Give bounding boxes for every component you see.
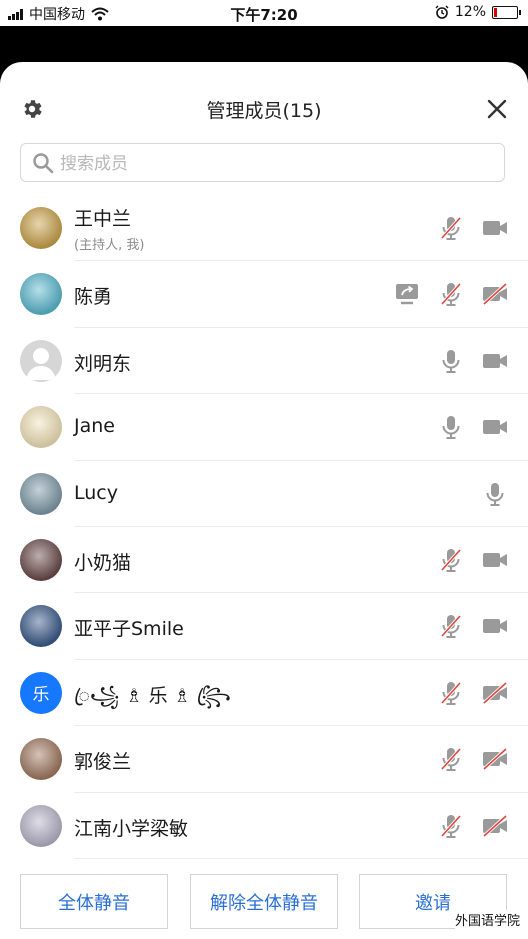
member-controls xyxy=(376,261,508,327)
avatar-initial: 乐 xyxy=(32,685,50,706)
video-icon[interactable] xyxy=(482,547,508,573)
member-controls xyxy=(420,394,508,460)
avatar-photo xyxy=(20,472,62,515)
avatar-photo xyxy=(20,804,62,847)
avatar xyxy=(20,207,62,249)
unmute-all-button[interactable]: 解除全体静音 xyxy=(190,874,338,929)
member-name: Jane xyxy=(74,415,115,438)
alarm-icon xyxy=(435,5,449,19)
member-name: Lucy xyxy=(74,481,118,504)
avatar-photo xyxy=(20,605,62,648)
member-role: (主持人, 我) xyxy=(74,238,145,253)
mic-muted-icon[interactable] xyxy=(438,746,464,772)
video-icon[interactable] xyxy=(482,613,508,639)
video-off-icon[interactable] xyxy=(482,813,508,839)
member-row[interactable]: 刘明东 xyxy=(0,328,528,395)
default-user-icon xyxy=(26,347,56,380)
member-controls xyxy=(464,461,508,527)
avatar: 乐 xyxy=(20,671,62,714)
video-icon[interactable] xyxy=(482,348,508,374)
member-row[interactable]: 乐 ꦿ꧁ ♗ 乐 ♗ ꧂ꦿ xyxy=(0,660,528,727)
mic-icon[interactable] xyxy=(438,348,464,374)
status-bar: 中国移动 下午7:20 12% xyxy=(0,0,528,26)
member-row[interactable]: 小奶猫 xyxy=(0,527,528,594)
member-list: 王中兰 (主持人, 我) 陈勇 刘明东 Jane Lucy 小奶猫 亚平子Smi… xyxy=(0,195,528,860)
video-icon[interactable] xyxy=(482,414,508,440)
member-controls xyxy=(420,195,508,261)
avatar-photo xyxy=(20,273,62,316)
avatar-photo xyxy=(20,738,62,781)
footer-actions: 全体静音 解除全体静音 邀请 外国语学院 xyxy=(0,872,528,939)
mic-muted-icon[interactable] xyxy=(438,547,464,573)
video-icon[interactable] xyxy=(482,215,508,241)
avatar-photo xyxy=(20,538,62,581)
video-off-icon[interactable] xyxy=(482,281,508,307)
member-name: ꦿ꧁ ♗ 乐 ♗ ꧂ꦿ xyxy=(74,684,231,707)
mic-muted-icon[interactable] xyxy=(438,613,464,639)
member-name: 江南小学梁敏 xyxy=(74,817,189,840)
member-name: 亚平子Smile xyxy=(74,618,184,641)
avatar xyxy=(20,472,62,515)
search-box[interactable] xyxy=(20,143,505,183)
avatar xyxy=(20,339,62,382)
avatar xyxy=(20,406,62,449)
mic-muted-icon[interactable] xyxy=(438,813,464,839)
avatar xyxy=(20,538,62,581)
video-off-icon[interactable] xyxy=(482,680,508,706)
member-controls xyxy=(420,793,508,859)
member-controls xyxy=(420,328,508,394)
member-name: 刘明东 xyxy=(74,352,132,375)
sheet-header: 管理成员(15) xyxy=(0,62,528,154)
member-name: 小奶猫 xyxy=(74,551,132,574)
page-title: 管理成员(15) xyxy=(206,100,322,122)
member-name: 郭俊兰 xyxy=(74,751,132,774)
manage-members-sheet: 管理成员(15) 王中兰 (主持人, 我) 陈勇 xyxy=(0,62,528,939)
search-input[interactable] xyxy=(58,144,492,183)
avatar xyxy=(20,738,62,781)
mic-muted-icon[interactable] xyxy=(438,215,464,241)
mic-muted-icon[interactable] xyxy=(438,680,464,706)
member-controls xyxy=(420,660,508,726)
member-controls xyxy=(420,527,508,593)
member-controls xyxy=(420,593,508,659)
member-name: 陈勇 xyxy=(74,286,113,309)
video-off-icon[interactable] xyxy=(482,746,508,772)
search-icon xyxy=(33,153,54,174)
member-row[interactable]: 郭俊兰 xyxy=(0,726,528,793)
avatar xyxy=(20,804,62,847)
mute-all-button[interactable]: 全体静音 xyxy=(20,874,168,929)
avatar xyxy=(20,273,62,316)
member-name: 王中兰 xyxy=(74,208,132,230)
watermark-text: 外国语学院 xyxy=(454,910,520,929)
member-row[interactable]: 江南小学梁敏 xyxy=(0,793,528,860)
avatar-photo xyxy=(20,207,62,249)
member-row[interactable]: 王中兰 (主持人, 我) xyxy=(0,195,528,262)
member-row[interactable]: 亚平子Smile xyxy=(0,593,528,661)
screen-share-icon[interactable] xyxy=(394,281,420,307)
member-controls xyxy=(420,726,508,792)
avatar-photo xyxy=(20,406,62,449)
mic-icon[interactable] xyxy=(482,481,508,507)
battery-icon xyxy=(492,5,521,19)
avatar xyxy=(20,605,62,648)
mic-muted-icon[interactable] xyxy=(438,281,464,307)
member-row[interactable]: 陈勇 xyxy=(0,261,528,329)
member-row[interactable]: Lucy xyxy=(0,461,528,528)
mic-icon[interactable] xyxy=(438,414,464,440)
member-row[interactable]: Jane xyxy=(0,394,528,461)
battery-percent: 12% xyxy=(454,4,486,20)
close-icon[interactable] xyxy=(486,98,508,120)
